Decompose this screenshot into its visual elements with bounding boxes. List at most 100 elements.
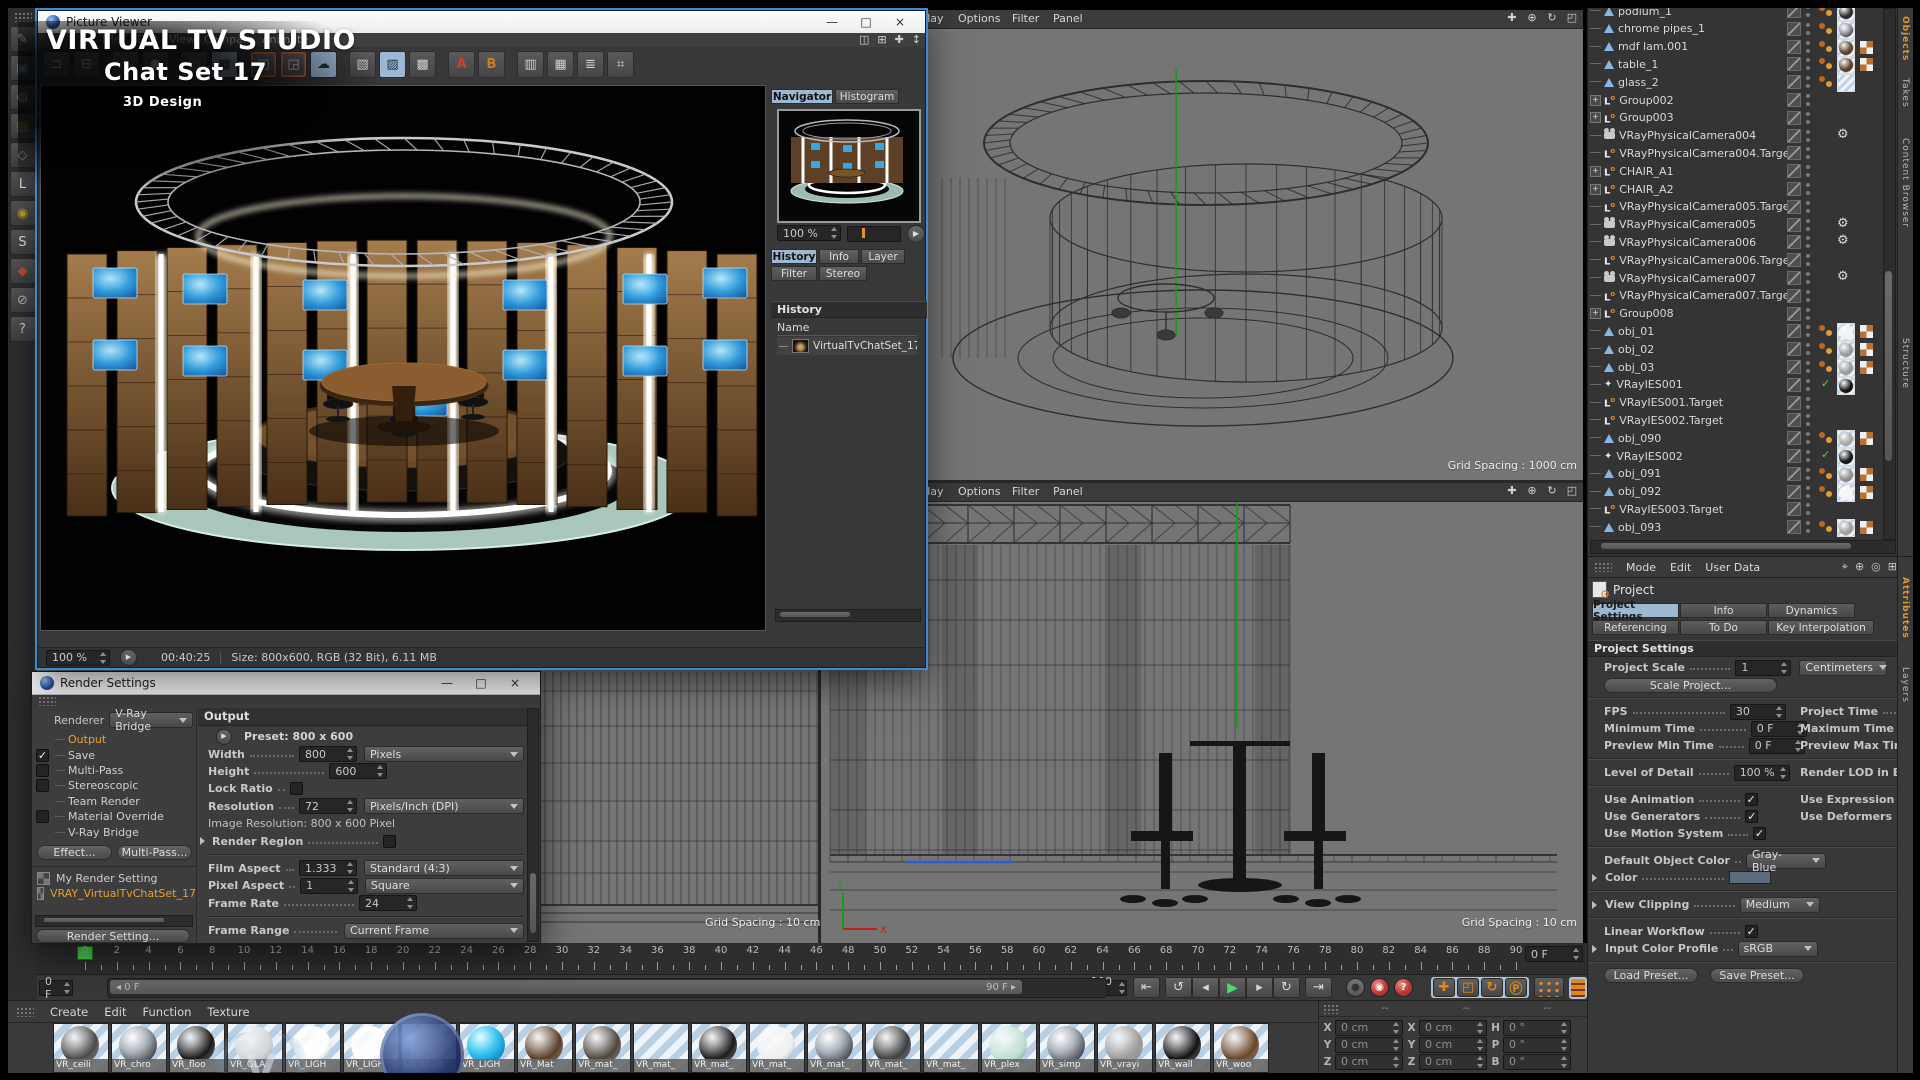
set-b-icon[interactable]: B [478, 51, 505, 78]
coord-value-field[interactable]: 0 cm [1419, 1020, 1487, 1036]
rotate-icon[interactable]: ↻ [1545, 11, 1559, 24]
attr-unit-dropdown[interactable]: Centimeters [1799, 660, 1887, 676]
rotate-icon[interactable]: ↻ [1545, 484, 1559, 497]
coord-value-field[interactable]: 0 cm [1419, 1054, 1487, 1070]
split-view-icon[interactable]: ◫ [859, 33, 869, 46]
material-tile[interactable]: VR_mat_ [749, 1023, 805, 1073]
keyframe-dots-button[interactable] [1534, 977, 1564, 998]
material-tile[interactable]: VR_mat_ [807, 1023, 863, 1073]
enabled-check-icon[interactable]: ✓ [1821, 377, 1830, 390]
parent-tool-button[interactable]: Ⓟ [1505, 978, 1527, 997]
render-toggle[interactable] [1787, 57, 1801, 71]
render-toggle[interactable] [1787, 40, 1801, 54]
expand-icon[interactable]: + [1590, 166, 1601, 177]
tab-to-do[interactable]: To Do [1680, 620, 1767, 635]
rs-hscrollbar[interactable] [35, 915, 193, 927]
object-manager-hscrollbar[interactable] [1590, 540, 1896, 554]
expand-icon[interactable]: + [1590, 95, 1601, 106]
object-row[interactable]: ✦VRayIES001✓ [1588, 376, 1881, 394]
visibility-dots[interactable] [1806, 76, 1810, 88]
visibility-dots[interactable] [1806, 112, 1810, 124]
material-tile[interactable]: VR_LIGH [459, 1023, 515, 1073]
render-settings-titlebar[interactable]: Render Settings — □ × [32, 672, 540, 695]
visibility-dots[interactable] [1806, 147, 1810, 159]
material-tile[interactable]: VR_mat_ [691, 1023, 747, 1073]
render-toggle[interactable] [1787, 146, 1801, 160]
material-tile[interactable]: VR_mat_ [633, 1023, 689, 1073]
menu-edit[interactable]: Edit [104, 1005, 126, 1019]
tab-history[interactable]: History [771, 249, 817, 264]
render-toggle[interactable] [1787, 253, 1801, 267]
render-toggle[interactable] [1787, 449, 1801, 463]
bucket-icon[interactable]: ◆ [10, 258, 36, 284]
texture-tag-icon[interactable] [1859, 360, 1874, 375]
add-icon[interactable]: ⊞ [1888, 560, 1897, 574]
visibility-dots[interactable] [1806, 183, 1810, 195]
ruler-frame-field[interactable]: 0 F [1525, 946, 1583, 962]
visibility-dots[interactable] [1806, 521, 1810, 533]
visibility-dots[interactable] [1806, 450, 1810, 462]
coord-value-field[interactable]: 0 ° [1503, 1020, 1571, 1036]
menu-user-data[interactable]: User Data [1705, 561, 1760, 574]
tab-project-settings[interactable]: Project Settings [1592, 603, 1679, 618]
object-row[interactable]: +LoGroup003 [1588, 109, 1881, 127]
zoom-icon[interactable]: ⊕ [1525, 484, 1539, 497]
expand-icon[interactable]: + [1590, 184, 1601, 195]
checkbox[interactable] [36, 779, 49, 792]
material-drag-handle[interactable] [16, 1007, 34, 1017]
diamond-icon[interactable]: ◇ [10, 142, 36, 168]
render-toggle[interactable] [1787, 307, 1801, 321]
visibility-dots[interactable] [1806, 432, 1810, 444]
visibility-dots[interactable] [1806, 414, 1810, 426]
navigator-zoom-field[interactable]: 100 % [777, 225, 841, 241]
render-toggle[interactable] [1787, 289, 1801, 303]
render-toggle[interactable] [1787, 164, 1801, 178]
object-row[interactable]: +LoCHAIR_A2 [1588, 180, 1881, 198]
output-value-field[interactable]: 24 [359, 895, 417, 911]
render-toggle[interactable] [1787, 396, 1801, 410]
tab-filter[interactable]: Filter [771, 266, 817, 281]
material-thumbnail[interactable] [1837, 341, 1855, 359]
object-row[interactable]: podium_1 [1588, 8, 1881, 20]
visibility-dots[interactable] [1806, 343, 1810, 355]
render-toggle[interactable] [1787, 129, 1801, 143]
attr-dropdown[interactable]: sRGB [1738, 941, 1818, 957]
tab-stereo[interactable]: Stereo [819, 266, 867, 281]
output-value-field[interactable]: 800 [299, 746, 357, 762]
render-toggle[interactable] [1787, 502, 1801, 516]
material-tile[interactable]: VR_Mat [517, 1023, 573, 1073]
next-frame-button[interactable]: ▸ [1246, 977, 1273, 998]
object-row[interactable]: VRayPhysicalCamera005⚙ [1588, 216, 1881, 234]
menu-panel[interactable]: Panel [1053, 485, 1083, 498]
object-row[interactable]: +LoGroup008 [1588, 305, 1881, 323]
visibility-dots[interactable] [1806, 290, 1810, 302]
output-unit-dropdown[interactable]: Pixels/Inch (DPI) [364, 798, 524, 814]
render-toggle[interactable] [1787, 378, 1801, 392]
attr-value-field[interactable]: 0 F [1749, 738, 1805, 754]
tab-info[interactable]: Info [819, 249, 859, 264]
visibility-dots[interactable] [1806, 201, 1810, 213]
object-row[interactable]: LoVRayPhysicalCamera005.Target [1588, 198, 1881, 216]
ab-swap-icon[interactable]: ▨ [379, 51, 406, 78]
menu-create[interactable]: Create [50, 1005, 88, 1019]
loop-button[interactable]: ↻ [1273, 977, 1300, 998]
material-thumbnail[interactable] [1837, 74, 1855, 92]
texture-tag-icon[interactable] [1859, 57, 1874, 72]
checkbox[interactable] [36, 810, 49, 823]
object-row[interactable]: obj_093 [1588, 518, 1881, 536]
coord-value-field[interactable]: 0 cm [1335, 1037, 1403, 1053]
render-toggle[interactable] [1787, 8, 1801, 18]
output-value-field[interactable]: 600 [329, 763, 387, 779]
menu-panel[interactable]: Panel [1053, 12, 1083, 25]
material-thumbnail[interactable] [1837, 377, 1855, 395]
material-tile[interactable]: VR_plex [981, 1023, 1037, 1073]
attr-dropdown[interactable]: Medium [1740, 897, 1820, 913]
output-unit-dropdown[interactable]: Pixels [364, 746, 524, 762]
toolbar-drag-handle[interactable] [14, 12, 32, 22]
save-preset-button[interactable]: Save Preset... [1710, 968, 1804, 983]
output-unit-dropdown[interactable]: Standard (4:3) [364, 860, 524, 876]
object-row[interactable]: LoVRayPhysicalCamera007.Target [1588, 287, 1881, 305]
rs-tree-item[interactable]: Output [32, 732, 196, 747]
rs-tree-item[interactable]: V-Ray Bridge [32, 824, 196, 839]
color-swatch[interactable] [1729, 871, 1771, 884]
